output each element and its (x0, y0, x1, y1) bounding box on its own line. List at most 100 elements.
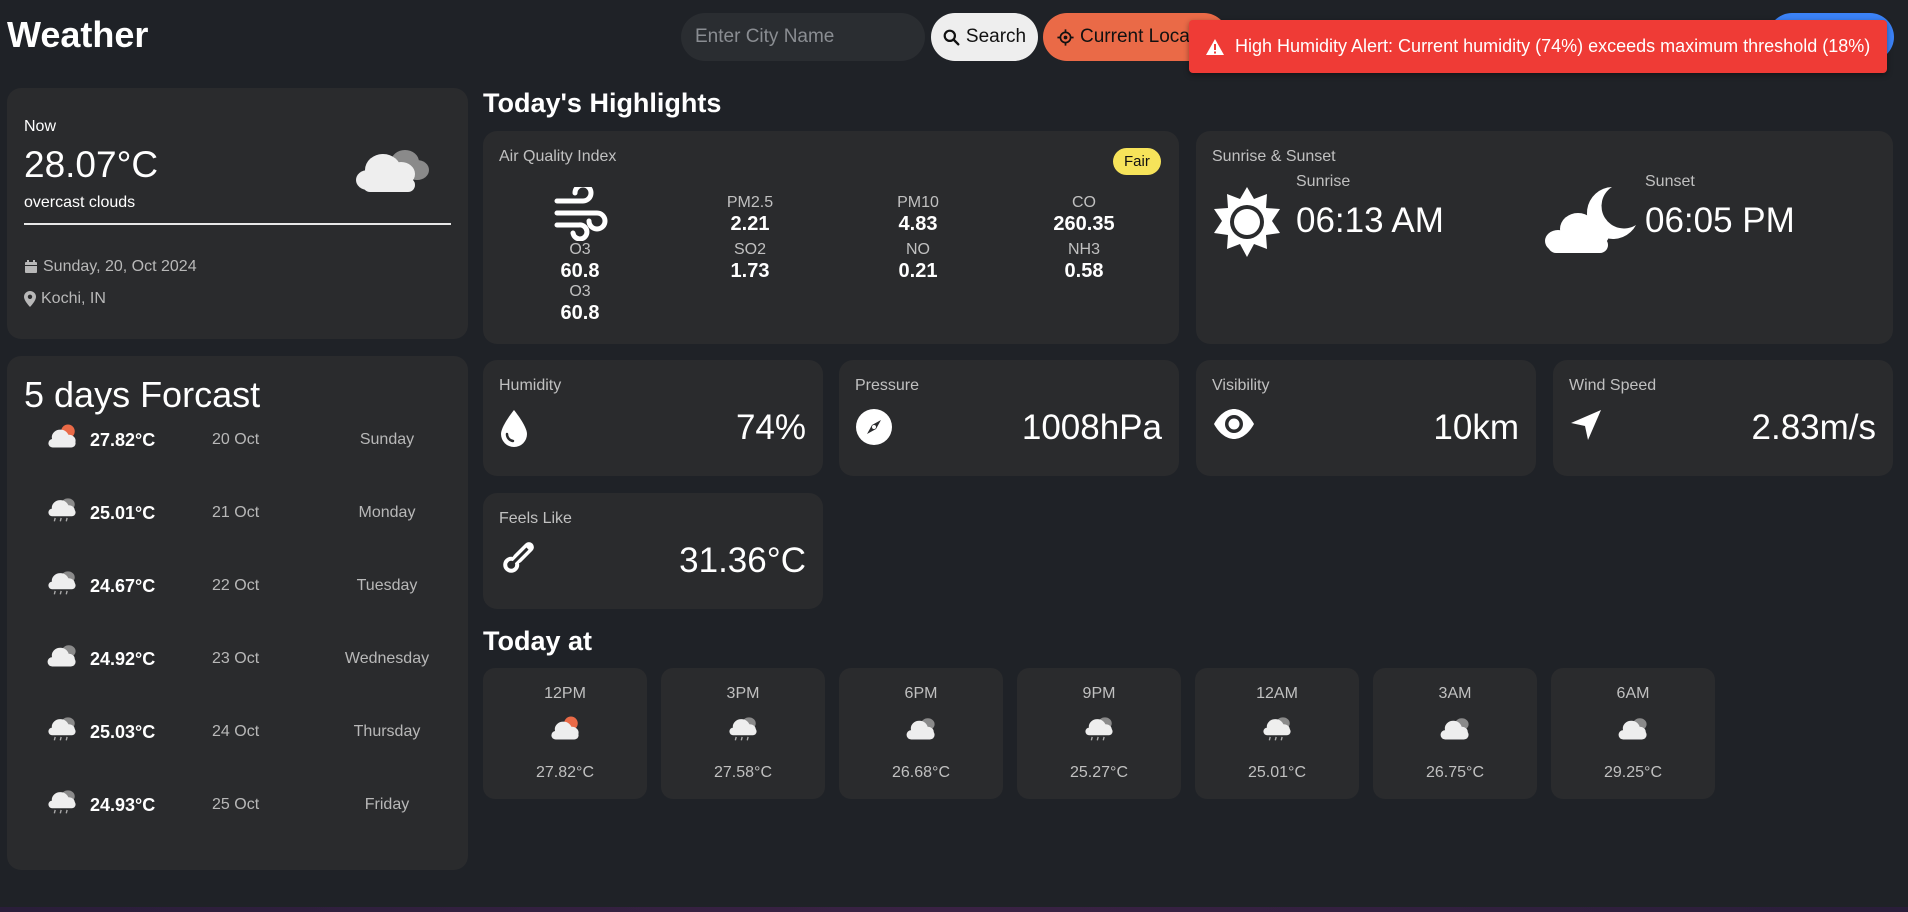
aqi-item: PM10 4.83 (858, 194, 978, 236)
thermometer-icon (499, 537, 539, 582)
forecast-day: Monday (358, 504, 416, 521)
hourly-card: 6PM 26.68°C (839, 668, 1003, 799)
forecast-row: 24.67°C 22 Oct Tuesday (7, 562, 468, 612)
aqi-item-key: PM2.5 (726, 194, 774, 211)
hour-temp: 25.27°C (1070, 764, 1128, 781)
aqi-item: O3 60.8 (520, 283, 640, 325)
cloud-sun-icon (483, 714, 647, 741)
current-temperature: 28.07°C (24, 144, 159, 185)
hourly-card: 12PM 27.82°C (483, 668, 647, 799)
hour-temp: 29.25°C (1604, 764, 1662, 781)
forecast-day: Tuesday (356, 577, 418, 594)
aqi-item-value: 2.21 (730, 213, 770, 235)
forecast-temp: 24.93°C (90, 795, 156, 815)
forecast-date: 20 Oct (212, 431, 260, 448)
rain-cloud-icon (45, 714, 79, 746)
highlights-title: Today's Highlights (483, 88, 722, 118)
aqi-item-key: PM10 (897, 194, 939, 211)
sunset-time: 06:05 PM (1645, 201, 1795, 240)
city-search-input[interactable] (681, 13, 925, 61)
visibility-label: Visibility (1212, 377, 1270, 394)
current-date-text: Sunday, 20, Oct 2024 (43, 258, 197, 275)
eye-icon (1212, 408, 1256, 445)
cloud-sun-icon (45, 422, 79, 454)
humidity-card: Humidity 74% (483, 360, 823, 476)
pressure-label: Pressure (855, 377, 920, 394)
aqi-item-value: 1.73 (730, 260, 770, 282)
hourly-card: 3PM 27.58°C (661, 668, 825, 799)
forecast-temp: 24.67°C (90, 576, 156, 596)
droplet-icon (499, 408, 529, 453)
app-title: Weather (7, 14, 149, 55)
sunrise-icon (1210, 185, 1284, 264)
rain-cloud-icon (45, 495, 79, 527)
aqi-item-key: NO (906, 241, 930, 258)
search-button[interactable]: Search (931, 13, 1038, 61)
aqi-badge: Fair (1113, 148, 1161, 175)
sunrise-sunset-card: Sunrise & Sunset Sunrise 06:13 AM Sunset… (1196, 131, 1893, 344)
map-pin-icon (24, 291, 36, 307)
compass-icon (855, 408, 893, 451)
aqi-item: PM2.5 2.21 (690, 194, 810, 236)
aqi-item: NH3 0.58 (1024, 241, 1144, 283)
aqi-item-value: 260.35 (1053, 213, 1115, 235)
forecast-date: 22 Oct (212, 577, 260, 594)
wind-speed-value: 2.83m/s (1751, 408, 1877, 447)
forecast-row: 24.92°C 23 Oct Wednesday (7, 635, 468, 685)
visibility-value: 10km (1433, 408, 1519, 447)
aqi-item-value: 60.8 (560, 302, 600, 324)
pressure-card: Pressure 1008hPa (839, 360, 1179, 476)
sunrise-time: 06:13 AM (1296, 201, 1444, 240)
current-weather-card: Now 28.07°C overcast clouds Sunday, 20, … (7, 88, 468, 339)
wind-speed-label: Wind Speed (1569, 377, 1657, 394)
forecast-temp: 24.92°C (90, 649, 156, 669)
hourly-card: 6AM 29.25°C (1551, 668, 1715, 799)
cloud-icon (839, 714, 1003, 741)
forecast-date: 25 Oct (212, 796, 260, 813)
hour-time: 3PM (726, 685, 760, 702)
sun-label: Sunrise & Sunset (1212, 148, 1336, 165)
hour-temp: 27.58°C (714, 764, 772, 781)
sunset-label: Sunset (1645, 173, 1695, 190)
aqi-item: CO 260.35 (1024, 194, 1144, 236)
forecast-day: Friday (364, 796, 410, 813)
aqi-item-key: CO (1072, 194, 1096, 211)
hour-time: 9PM (1082, 685, 1116, 702)
forecast-date: 24 Oct (212, 723, 260, 740)
rain-cloud-icon (1195, 714, 1359, 741)
forecast-row: 25.03°C 24 Oct Thursday (7, 708, 468, 758)
air-quality-card: Air Quality Index Fair PM2.5 2.21 PM10 4.… (483, 131, 1179, 344)
feels-like-card: Feels Like 31.36°C (483, 493, 823, 609)
forecast-card: 5 days Forcast 27.82°C 20 Oct Sunday 25.… (7, 356, 468, 870)
forecast-date: 21 Oct (212, 504, 260, 521)
wind-speed-card: Wind Speed 2.83m/s (1553, 360, 1893, 476)
rain-cloud-icon (45, 568, 79, 600)
hour-time: 6PM (904, 685, 938, 702)
divider (24, 223, 451, 225)
aqi-item: SO2 1.73 (690, 241, 810, 283)
warning-icon (1206, 38, 1224, 55)
forecast-temp: 25.03°C (90, 722, 156, 742)
now-label: Now (24, 118, 57, 135)
hour-time: 12AM (1256, 685, 1298, 702)
aqi-item-key: NH3 (1067, 241, 1100, 258)
hourly-card: 3AM 26.75°C (1373, 668, 1537, 799)
moon-cloud-icon (1542, 183, 1638, 268)
hour-temp: 27.82°C (536, 764, 594, 781)
wind-icon (553, 182, 609, 246)
forecast-day: Sunday (359, 431, 415, 448)
hourly-card: 9PM 25.27°C (1017, 668, 1181, 799)
cloud-icon (1551, 714, 1715, 741)
rain-cloud-icon (45, 787, 79, 819)
bottom-edge (0, 907, 1908, 912)
forecast-temp: 27.82°C (90, 430, 156, 450)
humidity-value: 74% (735, 408, 806, 447)
aqi-item-value: 0.21 (898, 260, 938, 282)
current-location-text: Kochi, IN (41, 290, 106, 307)
aqi-item-value: 60.8 (560, 260, 600, 282)
search-button-label: Search (965, 26, 1027, 47)
forecast-row: 24.93°C 25 Oct Friday (7, 781, 468, 831)
hourly-card: 12AM 25.01°C (1195, 668, 1359, 799)
hour-temp: 26.68°C (892, 764, 950, 781)
aqi-item-key: O3 (569, 241, 591, 258)
